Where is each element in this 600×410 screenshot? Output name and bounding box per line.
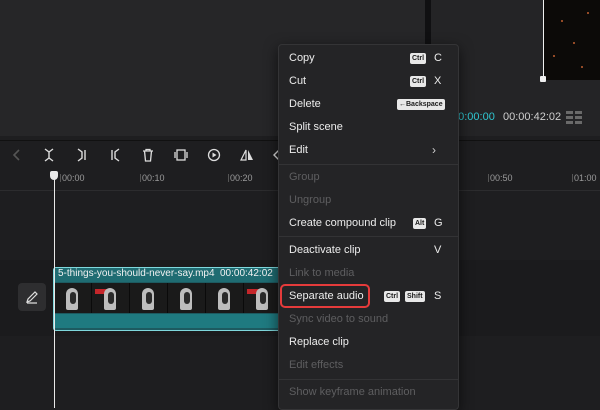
menu-item-link-to-media: Link to media <box>289 267 355 279</box>
shortcut-mod: Ctrl <box>410 53 427 64</box>
mirror-icon[interactable] <box>238 146 256 164</box>
menu-item-edit[interactable]: Edit <box>289 144 308 156</box>
menu-item-create-compound-clip[interactable]: Create compound clip <box>289 217 396 229</box>
shortcut-key: C <box>434 52 442 64</box>
menu-item-cut[interactable]: Cut <box>289 75 306 87</box>
ruler-tick <box>572 174 573 182</box>
video-preview[interactable] <box>543 0 600 80</box>
split-icon[interactable] <box>40 146 58 164</box>
shortcut-mod: Shift <box>405 291 425 302</box>
menu-item-replace-clip[interactable]: Replace clip <box>289 336 349 348</box>
clip-filename: 5-things-you-should-never-say.mp4 <box>58 268 215 279</box>
menu-item-sync-video: Sync video to sound <box>289 313 389 325</box>
clip-thumbnail <box>206 283 244 313</box>
menu-item-delete[interactable]: Delete <box>289 98 321 110</box>
menu-item-deactivate-clip[interactable]: Deactivate clip <box>289 244 361 256</box>
shortcut-mod: Ctrl <box>384 291 401 302</box>
ruler-tick <box>228 174 229 182</box>
clip-thumbnail <box>130 283 168 313</box>
playhead-handle[interactable] <box>50 171 58 180</box>
playhead-line <box>54 178 55 408</box>
ruler-tick <box>140 174 141 182</box>
grid-icon[interactable] <box>566 110 582 124</box>
shortcut-key: S <box>434 290 442 302</box>
ruler-tick <box>60 174 61 182</box>
menu-item-copy[interactable]: Copy <box>289 52 315 64</box>
menu-separator <box>278 379 458 380</box>
ruler-label: 00:50 <box>490 173 513 183</box>
clip-audio-strip <box>54 314 282 328</box>
menu-item-separate-audio[interactable]: Separate audio <box>289 290 364 302</box>
menu-separator <box>278 236 458 237</box>
split-right-icon[interactable] <box>106 146 124 164</box>
ruler-label: 01:00 <box>574 173 597 183</box>
edit-track-button[interactable] <box>18 283 46 311</box>
freeze-frame-icon[interactable] <box>172 146 190 164</box>
menu-separator <box>278 164 458 165</box>
menu-item-ungroup: Ungroup <box>289 194 332 206</box>
menu-item-edit-effects: Edit effects <box>289 359 344 371</box>
ruler-label: 00:20 <box>230 173 253 183</box>
pencil-icon <box>26 291 38 304</box>
play-circle-icon[interactable] <box>205 146 223 164</box>
ruler-label: 00:00 <box>62 173 85 183</box>
clip-thumbnail <box>54 283 92 313</box>
total-time: 00:00:42:02 <box>503 111 562 123</box>
shortcut-mod: ←Backspace <box>397 99 445 110</box>
ruler-tick <box>488 174 489 182</box>
shortcut-key: X <box>434 75 442 87</box>
shortcut-mod: Alt <box>413 218 427 229</box>
menu-item-group: Group <box>289 171 320 183</box>
clip-duration: 00:00:42:02 <box>220 268 273 279</box>
menu-item-show-keyframe: Show keyframe animation <box>289 386 416 398</box>
frame-resize-handle[interactable] <box>540 76 546 82</box>
frame-edge <box>543 0 544 80</box>
clip-thumbnail <box>168 283 206 313</box>
shortcut-mod: Ctrl <box>410 76 427 87</box>
delete-icon[interactable] <box>139 146 157 164</box>
clip-thumbnail <box>92 283 130 313</box>
shortcut-key: V <box>434 244 442 256</box>
undo-icon[interactable] <box>8 146 26 164</box>
shortcut-key: G <box>434 217 443 229</box>
ruler-label: 00:10 <box>142 173 165 183</box>
split-left-icon[interactable] <box>73 146 91 164</box>
clip-thumbnails <box>54 283 282 313</box>
clip-thumbnail <box>244 283 282 313</box>
chevron-right-icon: › <box>432 143 436 157</box>
menu-item-split-scene[interactable]: Split scene <box>289 121 343 133</box>
